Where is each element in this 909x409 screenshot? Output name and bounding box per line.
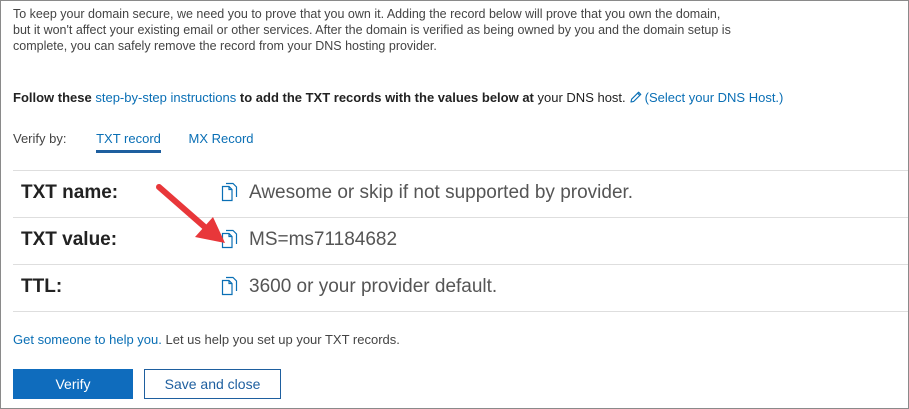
record-value: Awesome or skip if not supported by prov… [249, 182, 634, 203]
record-row-txt-value: TXT value: MS=ms71184682 [13, 217, 908, 264]
get-help-link[interactable]: Get someone to help you. [13, 332, 162, 347]
instructions-line: Follow these step-by-step instructions t… [13, 89, 783, 108]
tab-mx-record[interactable]: MX Record [189, 131, 254, 150]
dialog-frame: To keep your domain secure, we need you … [0, 0, 909, 409]
record-row-txt-name: TXT name: Awesome or skip if not support… [13, 170, 908, 217]
select-dns-host-link[interactable]: (Select your DNS Host.) [645, 90, 784, 105]
step-by-step-instructions-link[interactable]: step-by-step instructions [95, 90, 236, 105]
tab-txt-record[interactable]: TXT record [96, 131, 161, 153]
help-text: Let us help you set up your TXT records. [165, 332, 400, 347]
pencil-icon[interactable] [629, 90, 643, 108]
intro-text: To keep your domain secure, we need you … [13, 7, 731, 53]
dns-host-text: your DNS host. [537, 90, 626, 105]
verify-button[interactable]: Verify [13, 369, 133, 399]
copy-icon[interactable] [221, 276, 239, 301]
copy-icon[interactable] [221, 182, 239, 207]
help-line: Get someone to help you. Let us help you… [13, 332, 400, 347]
instructions-middle: to add the TXT records with the values b… [239, 90, 534, 105]
record-label: TXT value: [21, 229, 118, 250]
record-value: 3600 or your provider default. [249, 276, 498, 297]
records-table: TXT name: Awesome or skip if not support… [13, 170, 908, 312]
record-row-ttl: TTL: 3600 or your provider default. [13, 264, 908, 312]
instructions-prefix: Follow these [13, 90, 92, 105]
record-value: MS=ms71184682 [249, 229, 398, 250]
record-label: TXT name: [21, 182, 119, 203]
verify-by-row: Verify by: TXT record MX Record [13, 131, 254, 153]
copy-icon[interactable] [221, 229, 239, 254]
verify-by-label: Verify by: [13, 131, 67, 146]
record-label: TTL: [21, 276, 63, 297]
save-and-close-button[interactable]: Save and close [144, 369, 281, 399]
